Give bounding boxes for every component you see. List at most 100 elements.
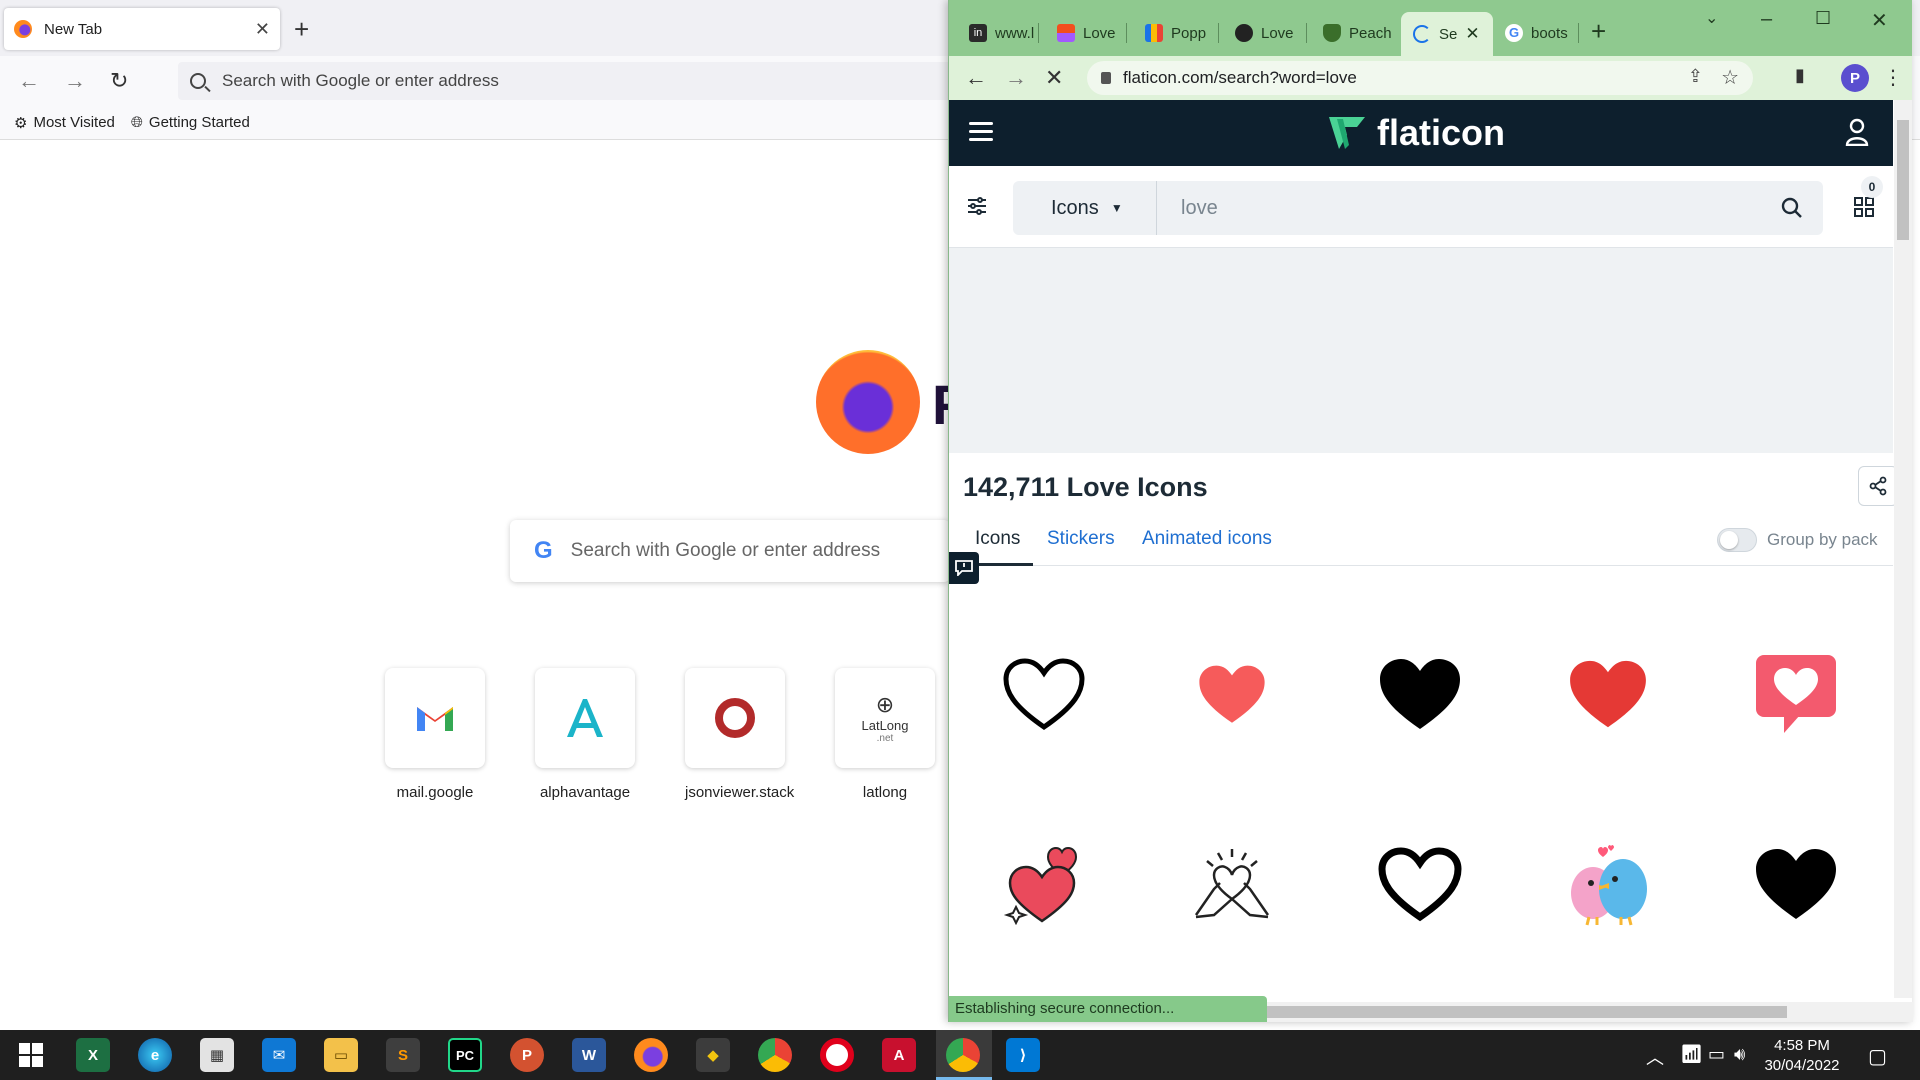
chrome-tab-active[interactable]: Se ✕ [1401,12,1493,56]
firefox-icon[interactable] [634,1038,668,1072]
edge-icon[interactable]: e [138,1038,172,1072]
stop-loading-icon[interactable]: ✕ [1045,65,1063,91]
tab-animated-icons[interactable]: Animated icons [1142,528,1272,550]
chrome-tab-label: Peach [1349,24,1392,42]
back-arrow-icon[interactable]: ← [965,65,987,91]
url-text: flaticon.com/search?word=love [1123,68,1357,87]
result-love-birds-icon[interactable] [1563,840,1653,930]
share-button[interactable] [1858,466,1898,506]
user-icon[interactable] [1845,118,1869,146]
git-icon[interactable]: ◆ [696,1038,730,1072]
clock-date: 30/04/2022 [1764,1057,1840,1074]
chrome-tab[interactable]: Love [1235,18,1307,48]
vertical-scrollbar[interactable] [1894,100,1912,998]
search-input[interactable]: love [1157,197,1781,220]
minimize-icon[interactable]: – [1761,8,1772,31]
tab-icons[interactable]: Icons [975,528,1020,550]
vscode-icon[interactable]: ⟩ [1006,1038,1040,1072]
file-explorer-icon[interactable]: ▭ [324,1038,358,1072]
volume-icon[interactable]: 🔊︎ [1734,1044,1745,1065]
chrome-tab[interactable]: in www.l [969,18,1039,48]
maximize-icon[interactable]: ☐ [1815,8,1831,29]
top-site-label: jsonviewer.stack [685,784,795,801]
newtab-search-box[interactable]: G Search with Google or enter address [510,520,950,582]
google-icon: G [534,537,553,564]
tab-stickers[interactable]: Stickers [1047,528,1115,550]
windows-taskbar: X e ▦ ✉ ▭ S PC P W ◆ A ⟩ ︿ 📶︎ ▭ 🔊︎ 4:58 … [0,1030,1920,1080]
collections-grid-icon[interactable] [1853,196,1875,218]
results-tabs: Icons Stickers Animated icons Group by p… [949,520,1893,566]
chrome-tab-label: Love [1083,24,1116,42]
chrome-tab[interactable]: Love [1057,18,1127,48]
top-site-alphavantage[interactable]: alphavantage [535,668,635,801]
group-by-pack-toggle[interactable] [1717,528,1757,552]
store-icon[interactable]: ▦ [200,1038,234,1072]
sublime-text-icon[interactable]: S [386,1038,420,1072]
latlong-tile-text: LatLong [861,718,909,733]
opera-icon[interactable] [820,1038,854,1072]
feedback-button[interactable] [949,552,979,584]
peach-icon [1323,24,1341,42]
filter-sliders-icon[interactable] [967,196,987,216]
acrobat-icon[interactable]: A [882,1038,916,1072]
new-tab-button[interactable]: + [1591,16,1606,47]
top-site-mail-google[interactable]: mail.google [385,668,485,801]
excel-icon[interactable]: X [76,1038,110,1072]
search-type-dropdown[interactable]: Icons ▼ [1013,181,1157,235]
firefox-logo-icon [816,350,920,454]
kebab-menu-icon[interactable]: ⋮ [1883,65,1903,90]
flaticon-logo-icon [1329,117,1365,149]
result-heart-black-filled-icon[interactable] [1751,840,1841,930]
result-heart-outline-icon[interactable] [999,650,1089,740]
powerpoint-icon[interactable]: P [510,1038,544,1072]
forward-arrow-icon[interactable]: → [1005,65,1027,91]
share-icon[interactable]: ⇪ [1688,66,1703,87]
close-window-icon[interactable]: ✕ [1871,8,1888,33]
close-tab-icon[interactable]: ✕ [1465,24,1479,44]
chrome-profile-icon[interactable] [946,1038,980,1072]
scrollbar-thumb[interactable] [1897,120,1909,240]
scrollbar-thumb[interactable] [1267,1006,1787,1018]
result-heart-outline-thick-icon[interactable] [1375,840,1465,930]
mail-icon[interactable]: ✉ [262,1038,296,1072]
network-icon[interactable]: 📶︎ [1680,1044,1703,1065]
word-icon[interactable]: W [572,1038,606,1072]
collections-count-badge: 0 [1861,176,1883,198]
windows-start-icon[interactable] [14,1038,48,1072]
bookmark-getting-started[interactable]: 🌐︎ Getting Started [131,114,250,131]
search-icon[interactable] [1781,197,1803,219]
chevron-up-icon[interactable]: ︿ [1646,1044,1664,1070]
battery-icon[interactable]: ▭ [1708,1044,1725,1065]
result-heart-chat-bubble-icon[interactable] [1751,650,1841,740]
top-site-latlong[interactable]: ⊕ LatLong .net latlong [835,668,935,801]
tab-search-chevron-icon[interactable]: ⌄ [1705,8,1718,28]
bookmark-star-icon[interactable]: ☆ [1721,65,1739,90]
chrome-tab[interactable]: Popp [1145,18,1219,48]
chrome-omnibox[interactable]: flaticon.com/search?word=love ⇪ ☆ [1087,61,1753,95]
close-tab-icon[interactable]: ✕ [255,19,270,40]
clock[interactable]: 4:58 PM 30/04/2022 [1752,1036,1852,1076]
pycharm-icon[interactable]: PC [448,1038,482,1072]
avatar[interactable]: P [1841,64,1869,92]
caret-down-icon: ▼ [1110,201,1123,215]
top-site-jsonviewer[interactable]: jsonviewer.stack [685,668,795,801]
forward-arrow-icon[interactable]: → [64,68,86,94]
back-arrow-icon[interactable]: ← [18,68,40,94]
chrome-tab[interactable]: G boots [1505,18,1579,48]
hamburger-menu-icon[interactable] [969,122,993,142]
flaticon-logo[interactable]: flaticon [1327,112,1505,154]
result-hearts-sparkle-icon[interactable] [999,840,1089,930]
result-heart-red-icon[interactable] [1563,650,1653,740]
result-heart-black-icon[interactable] [1375,650,1465,740]
notifications-icon[interactable]: ▢ [1868,1044,1887,1069]
bookmark-most-visited[interactable]: ⚙ Most Visited [14,114,115,132]
new-tab-button[interactable]: + [294,14,309,45]
result-hands-heart-icon[interactable] [1187,840,1277,930]
firefox-tab-newtab[interactable]: New Tab ✕ [4,8,280,50]
chrome-icon[interactable] [758,1038,792,1072]
latlong-icon: ⊕ LatLong .net [835,668,935,768]
side-panel-icon[interactable]: ▮ [1795,65,1805,86]
chrome-tab[interactable]: Peach [1323,18,1393,48]
result-heart-red-flat-icon[interactable] [1187,650,1277,740]
reload-icon[interactable]: ↻ [110,68,128,94]
